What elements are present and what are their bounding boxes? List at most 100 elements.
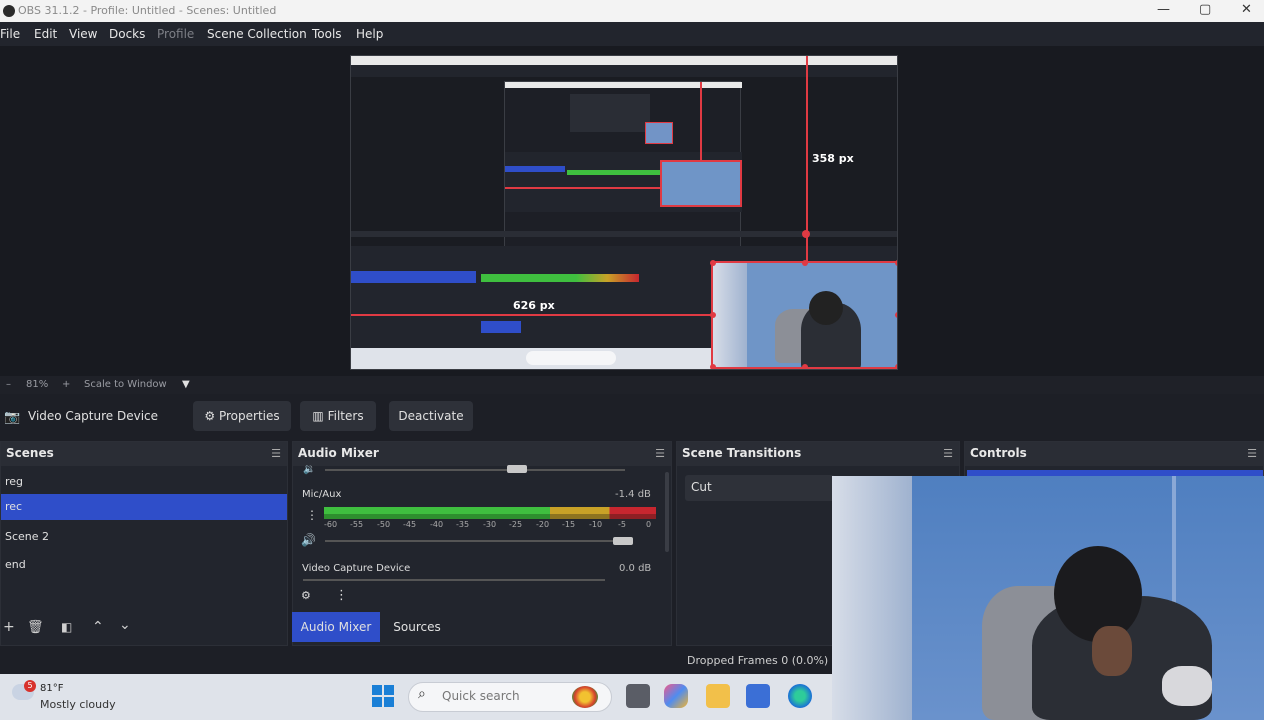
source-name: Video Capture Device bbox=[28, 409, 159, 423]
mic-volume-slider-handle[interactable] bbox=[613, 537, 633, 545]
gear-icon: ⚙ bbox=[204, 409, 216, 423]
zoom-mode[interactable]: Scale to Window bbox=[84, 379, 167, 390]
scenes-title: Scenes bbox=[6, 446, 54, 460]
scale-tick: -25 bbox=[509, 520, 523, 529]
tab-sources[interactable]: Sources bbox=[382, 612, 452, 642]
menu-file[interactable]: File bbox=[0, 27, 20, 41]
window-titlebar: OBS 31.1.2 - Profile: Untitled - Scenes:… bbox=[0, 0, 1264, 22]
scene-filters-icon[interactable]: ◧ bbox=[61, 620, 72, 634]
scene-transitions-title: Scene Transitions bbox=[682, 446, 802, 460]
scenes-header: Scenes ☰ bbox=[1, 442, 287, 466]
tab-audio-mixer[interactable]: Audio Mixer bbox=[292, 612, 380, 642]
properties-button[interactable]: ⚙ Properties bbox=[193, 401, 291, 431]
scale-tick: -30 bbox=[483, 520, 497, 529]
preview-nested-screen bbox=[350, 55, 898, 370]
scale-tick: -60 bbox=[324, 520, 338, 529]
scale-tick: 0 bbox=[646, 520, 652, 529]
nested-menubar bbox=[351, 65, 897, 77]
preview-zoom-bar: – 81% + Scale to Window ▼ bbox=[0, 376, 1264, 394]
minimize-button[interactable]: — bbox=[1157, 2, 1170, 17]
source-toolbar bbox=[0, 398, 1264, 436]
scene-item-scene-2[interactable]: Scene 2 bbox=[1, 524, 287, 550]
channel-name-mic-aux: Mic/Aux bbox=[302, 489, 342, 500]
windows-start-icon[interactable] bbox=[372, 685, 394, 707]
scale-tick: -5 bbox=[618, 520, 626, 529]
weather-condition[interactable]: Mostly cloudy bbox=[40, 698, 116, 711]
measure-line-horizontal bbox=[351, 314, 711, 316]
remove-scene-icon[interactable]: 🗑 bbox=[27, 620, 44, 635]
menu-help[interactable]: Help bbox=[356, 27, 383, 41]
channel-db-mic-aux: -1.4 dB bbox=[615, 489, 651, 500]
menu-tools[interactable]: Tools bbox=[312, 27, 342, 41]
scene-item-end[interactable]: end bbox=[1, 552, 287, 578]
edge-browser-icon[interactable] bbox=[788, 684, 812, 708]
menu-edit[interactable]: Edit bbox=[34, 27, 57, 41]
filter-icon: ▥ bbox=[312, 409, 324, 423]
scale-tick: -15 bbox=[562, 520, 576, 529]
nested-inner-screen bbox=[504, 81, 742, 271]
scale-tick: -35 bbox=[456, 520, 470, 529]
scale-tick: -40 bbox=[430, 520, 444, 529]
scene-transitions-header: Scene Transitions ☰ bbox=[677, 442, 959, 466]
camera-icon: 📷 bbox=[4, 410, 21, 425]
store-icon[interactable] bbox=[746, 684, 770, 708]
zoom-mode-chevron-down-icon[interactable]: ▼ bbox=[182, 379, 190, 390]
scale-tick: -10 bbox=[589, 520, 603, 529]
transition-select[interactable]: Cut bbox=[685, 475, 835, 501]
audio-mixer-title: Audio Mixer bbox=[298, 446, 379, 460]
controls-title: Controls bbox=[970, 446, 1027, 460]
mixer-menu-icon[interactable]: ⋮ bbox=[335, 588, 348, 603]
weather-temperature[interactable]: 81°F bbox=[40, 683, 63, 694]
scale-tick: -50 bbox=[377, 520, 391, 529]
zoom-in-icon[interactable]: + bbox=[62, 379, 70, 390]
volume-icon[interactable]: 🔉 bbox=[303, 464, 315, 475]
move-up-icon[interactable]: ⌃ bbox=[92, 619, 104, 635]
maximize-button[interactable]: ▢ bbox=[1199, 2, 1211, 17]
dock-menu-icon[interactable]: ☰ bbox=[1247, 447, 1257, 460]
deactivate-button[interactable]: Deactivate bbox=[389, 401, 473, 431]
scale-tick: -45 bbox=[403, 520, 417, 529]
scene-item-rec[interactable]: rec bbox=[1, 494, 287, 520]
menu-view[interactable]: View bbox=[69, 27, 97, 41]
advanced-audio-icon[interactable]: ⚙ bbox=[301, 589, 311, 602]
scene-item-reg[interactable]: reg bbox=[1, 469, 287, 495]
add-scene-icon[interactable]: + bbox=[3, 619, 15, 635]
scale-tick: -20 bbox=[536, 520, 550, 529]
dock-menu-icon[interactable]: ☰ bbox=[271, 447, 281, 460]
nested-webcam-source bbox=[711, 261, 897, 369]
menu-docks[interactable]: Docks bbox=[109, 27, 145, 41]
copilot-icon[interactable] bbox=[664, 684, 688, 708]
nested-titlebar bbox=[351, 56, 897, 65]
measure-label-horizontal: 626 px bbox=[513, 299, 555, 312]
search-highlight-icon bbox=[572, 686, 598, 708]
file-explorer-icon[interactable] bbox=[706, 684, 730, 708]
dock-menu-icon[interactable]: ☰ bbox=[655, 447, 665, 460]
obs-app-icon bbox=[3, 5, 15, 17]
zoom-out-icon[interactable]: – bbox=[6, 379, 11, 390]
filters-label: Filters bbox=[327, 409, 364, 423]
task-view-icon[interactable] bbox=[626, 684, 650, 708]
audio-mixer-header: Audio Mixer ☰ bbox=[293, 442, 671, 466]
mixer-scrollbar[interactable] bbox=[665, 472, 669, 552]
close-button[interactable]: ✕ bbox=[1241, 2, 1252, 17]
menu-scene-collection[interactable]: Scene Collection bbox=[207, 27, 307, 41]
controls-header: Controls ☰ bbox=[965, 442, 1263, 466]
menu-bar: File Edit View Docks Profile Scene Colle… bbox=[0, 22, 1264, 46]
mute-icon[interactable]: 🔊 bbox=[301, 533, 316, 547]
move-down-icon[interactable]: ⌄ bbox=[119, 617, 131, 633]
channel-name-video-capture: Video Capture Device bbox=[302, 563, 411, 574]
search-icon: ⌕ bbox=[418, 686, 426, 702]
channel-menu-icon[interactable]: ⋮ bbox=[306, 508, 318, 522]
menu-profile[interactable]: Profile bbox=[157, 27, 194, 41]
channel-db-video-capture: 0.0 dB bbox=[619, 563, 652, 574]
volume-slider-handle[interactable] bbox=[507, 465, 527, 473]
mic-aux-meter bbox=[324, 507, 656, 514]
filters-button[interactable]: ▥ Filters bbox=[300, 401, 376, 431]
weather-badge: 5 bbox=[24, 680, 36, 692]
search-placeholder: Quick search bbox=[442, 689, 520, 703]
webcam-feed-overlay bbox=[832, 476, 1264, 720]
dock-menu-icon[interactable]: ☰ bbox=[943, 447, 953, 460]
scenes-panel: Scenes ☰ reg rec Scene 2 end + 🗑 ◧ ⌃ ⌄ bbox=[0, 441, 288, 646]
zoom-level: 81% bbox=[26, 379, 49, 390]
window-title: OBS 31.1.2 - Profile: Untitled - Scenes:… bbox=[18, 4, 277, 17]
